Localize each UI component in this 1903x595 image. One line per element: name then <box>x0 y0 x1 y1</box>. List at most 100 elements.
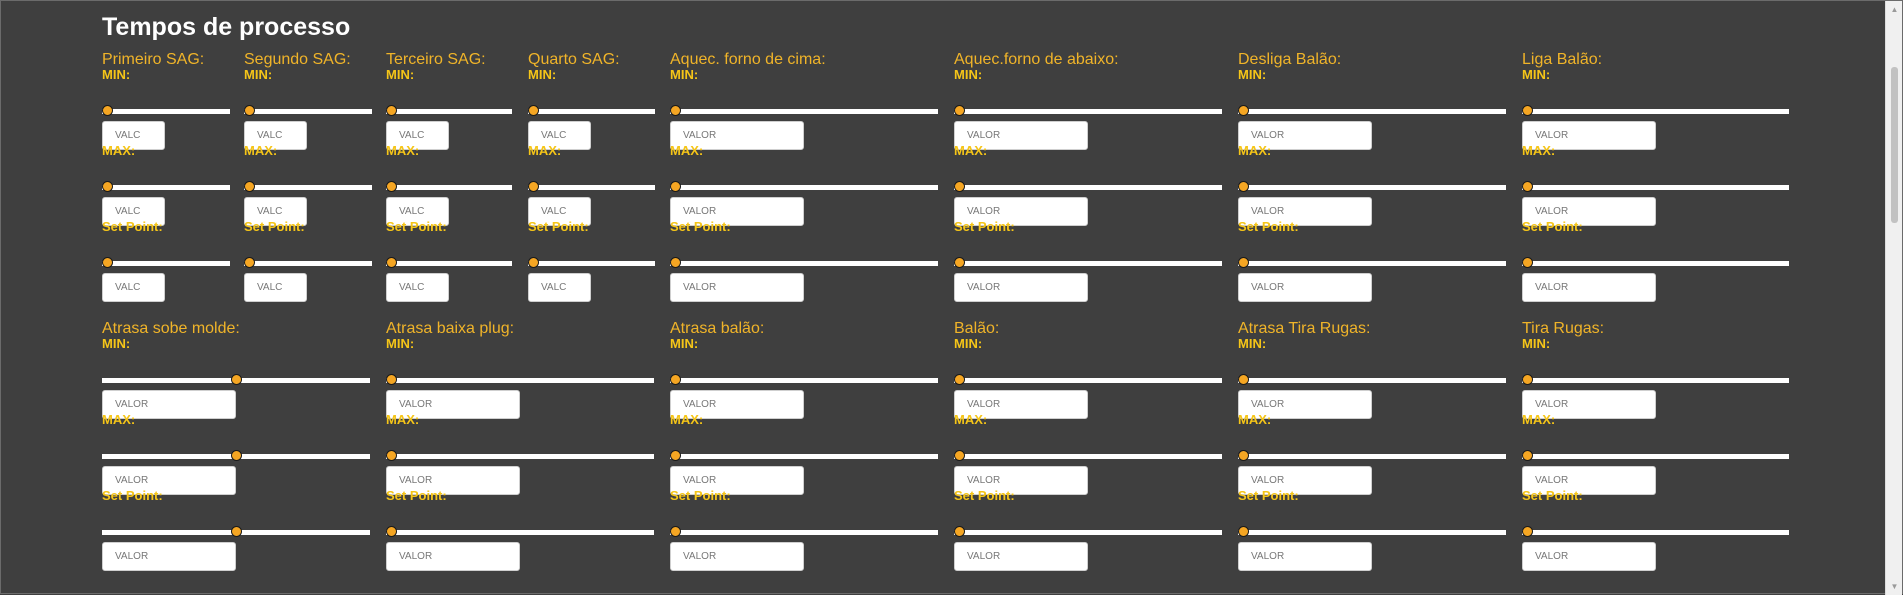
max-slider-thumb[interactable] <box>244 181 255 192</box>
setpoint-slider[interactable] <box>954 257 1222 268</box>
scrollbar-thumb[interactable] <box>1891 67 1898 223</box>
min-slider-thumb[interactable] <box>528 105 539 116</box>
vertical-scrollbar[interactable]: ▲ ▼ <box>1885 1 1902 595</box>
setpoint-slider-thumb[interactable] <box>386 526 397 537</box>
min-slider[interactable] <box>1238 374 1506 385</box>
setpoint-value-input[interactable] <box>670 542 804 571</box>
min-slider-thumb[interactable] <box>954 105 965 116</box>
setpoint-slider-thumb[interactable] <box>244 257 255 268</box>
max-slider[interactable] <box>1522 181 1789 192</box>
min-slider-thumb[interactable] <box>1238 105 1249 116</box>
min-slider[interactable] <box>528 105 655 116</box>
setpoint-value-input[interactable] <box>1238 542 1372 571</box>
setpoint-slider[interactable] <box>1238 257 1506 268</box>
max-slider[interactable] <box>528 181 655 192</box>
setpoint-slider[interactable] <box>1522 526 1789 537</box>
max-slider[interactable] <box>386 450 654 461</box>
min-slider[interactable] <box>954 374 1222 385</box>
setpoint-value-input[interactable] <box>1522 273 1656 302</box>
min-slider[interactable] <box>670 105 938 116</box>
setpoint-value-input[interactable] <box>386 273 449 302</box>
setpoint-slider[interactable] <box>244 257 372 268</box>
max-slider[interactable] <box>386 181 512 192</box>
min-slider[interactable] <box>954 105 1222 116</box>
max-slider-thumb[interactable] <box>231 450 242 461</box>
setpoint-value-input[interactable] <box>102 273 165 302</box>
setpoint-slider[interactable] <box>386 526 654 537</box>
min-slider-thumb[interactable] <box>102 105 113 116</box>
setpoint-slider[interactable] <box>386 257 512 268</box>
min-slider-thumb[interactable] <box>1522 105 1533 116</box>
setpoint-slider[interactable] <box>1522 257 1789 268</box>
max-slider-thumb[interactable] <box>670 450 681 461</box>
max-slider-thumb[interactable] <box>386 181 397 192</box>
max-slider-thumb[interactable] <box>102 181 113 192</box>
scroll-up-arrow-icon[interactable]: ▲ <box>1886 1 1903 18</box>
min-slider-thumb[interactable] <box>231 374 242 385</box>
max-slider[interactable] <box>670 450 938 461</box>
max-slider-thumb[interactable] <box>1238 450 1249 461</box>
setpoint-value-input[interactable] <box>670 273 804 302</box>
setpoint-value-input[interactable] <box>1522 542 1656 571</box>
min-slider[interactable] <box>102 105 230 116</box>
setpoint-slider-thumb[interactable] <box>1238 257 1249 268</box>
max-slider-thumb[interactable] <box>670 181 681 192</box>
min-slider[interactable] <box>670 374 938 385</box>
min-slider-thumb[interactable] <box>244 105 255 116</box>
max-slider-thumb[interactable] <box>1522 181 1533 192</box>
setpoint-slider[interactable] <box>1238 526 1506 537</box>
setpoint-value-input[interactable] <box>386 542 520 571</box>
max-slider[interactable] <box>954 450 1222 461</box>
setpoint-value-input[interactable] <box>954 542 1088 571</box>
setpoint-slider[interactable] <box>528 257 655 268</box>
setpoint-slider-thumb[interactable] <box>1522 526 1533 537</box>
setpoint-slider[interactable] <box>670 526 938 537</box>
setpoint-slider[interactable] <box>102 257 230 268</box>
max-slider-thumb[interactable] <box>1522 450 1533 461</box>
min-slider[interactable] <box>244 105 372 116</box>
max-slider-thumb[interactable] <box>954 181 965 192</box>
setpoint-value-input[interactable] <box>1238 273 1372 302</box>
setpoint-slider-thumb[interactable] <box>954 526 965 537</box>
setpoint-slider-thumb[interactable] <box>386 257 397 268</box>
scroll-down-arrow-icon[interactable]: ▼ <box>1886 578 1903 595</box>
max-slider[interactable] <box>954 181 1222 192</box>
min-slider-thumb[interactable] <box>1238 374 1249 385</box>
min-slider-thumb[interactable] <box>954 374 965 385</box>
min-slider[interactable] <box>386 105 512 116</box>
min-slider[interactable] <box>1522 374 1789 385</box>
setpoint-slider-thumb[interactable] <box>231 526 242 537</box>
setpoint-slider-thumb[interactable] <box>670 257 681 268</box>
max-slider[interactable] <box>1238 181 1506 192</box>
setpoint-slider-thumb[interactable] <box>1238 526 1249 537</box>
max-slider[interactable] <box>1522 450 1789 461</box>
max-slider[interactable] <box>1238 450 1506 461</box>
setpoint-slider[interactable] <box>670 257 938 268</box>
max-slider-thumb[interactable] <box>528 181 539 192</box>
setpoint-value-input[interactable] <box>954 273 1088 302</box>
max-slider[interactable] <box>244 181 372 192</box>
setpoint-slider-thumb[interactable] <box>1522 257 1533 268</box>
setpoint-slider-thumb[interactable] <box>102 257 113 268</box>
setpoint-slider-thumb[interactable] <box>670 526 681 537</box>
max-slider-thumb[interactable] <box>1238 181 1249 192</box>
setpoint-value-input[interactable] <box>102 542 236 571</box>
min-slider-thumb[interactable] <box>386 105 397 116</box>
setpoint-value-input[interactable] <box>528 273 591 302</box>
setpoint-slider-thumb[interactable] <box>954 257 965 268</box>
min-slider[interactable] <box>386 374 654 385</box>
min-slider[interactable] <box>102 374 370 385</box>
setpoint-slider[interactable] <box>954 526 1222 537</box>
max-slider[interactable] <box>670 181 938 192</box>
max-slider[interactable] <box>102 181 230 192</box>
max-slider-thumb[interactable] <box>954 450 965 461</box>
max-slider[interactable] <box>102 450 370 461</box>
min-slider-thumb[interactable] <box>386 374 397 385</box>
setpoint-slider[interactable] <box>102 526 370 537</box>
max-slider-thumb[interactable] <box>386 450 397 461</box>
setpoint-value-input[interactable] <box>244 273 307 302</box>
min-slider-thumb[interactable] <box>670 105 681 116</box>
min-slider[interactable] <box>1522 105 1789 116</box>
min-slider-thumb[interactable] <box>670 374 681 385</box>
min-slider[interactable] <box>1238 105 1506 116</box>
